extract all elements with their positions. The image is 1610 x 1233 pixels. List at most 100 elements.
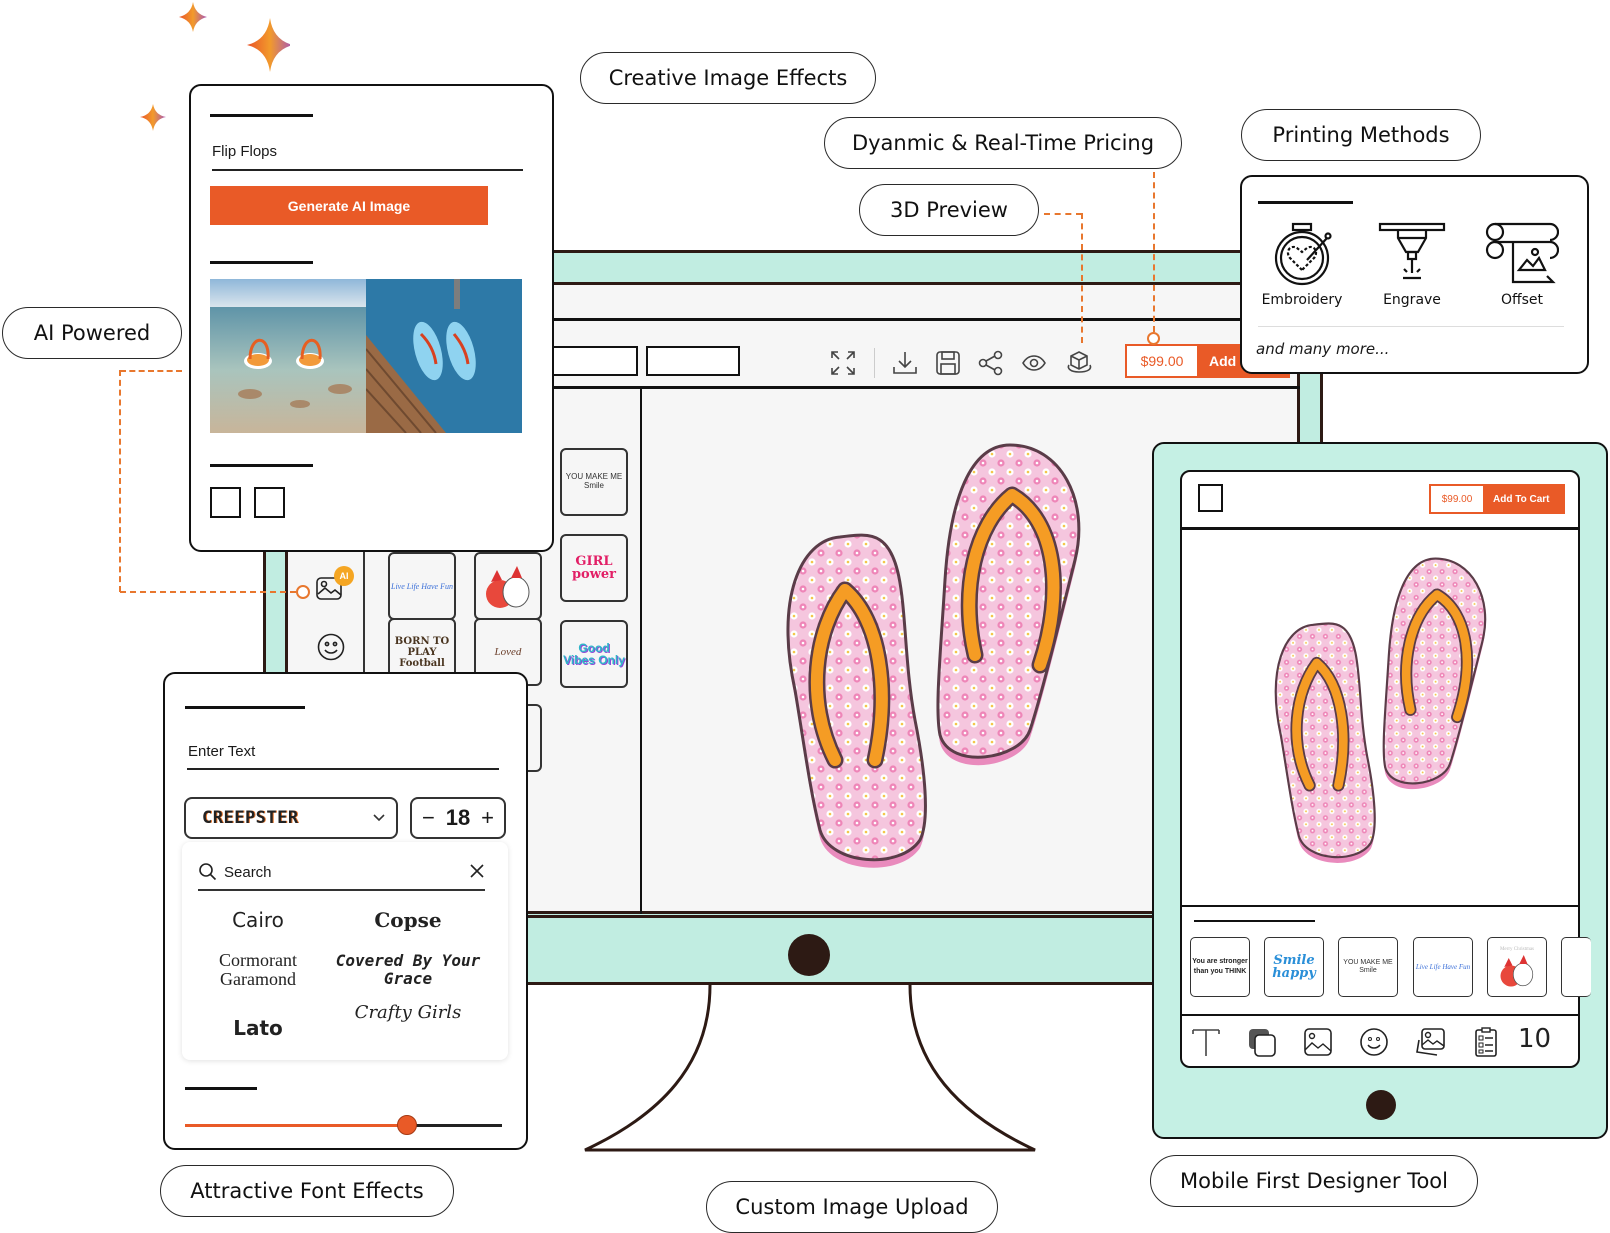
connector-line (120, 370, 182, 372)
ai-generated-image-beach[interactable] (210, 279, 366, 433)
mobile-thumbnail-merry-christmas[interactable]: Merry Christmas (1487, 937, 1547, 997)
preview-eye-icon[interactable] (1019, 348, 1049, 378)
text-input[interactable]: Enter Text (188, 743, 255, 760)
method-offset[interactable]: Offset (1467, 222, 1577, 308)
sparkle-icon (247, 18, 290, 72)
font-option-cormorant-garamond[interactable]: Cormorant Garamond (183, 951, 333, 989)
emoji-icon[interactable] (316, 632, 346, 662)
increase-size-button[interactable]: + (481, 805, 494, 831)
method-engrave[interactable]: Engrave (1357, 222, 1467, 308)
method-embroidery[interactable]: Embroidery (1247, 222, 1357, 308)
sparkle-icon (140, 104, 166, 131)
font-family-select[interactable]: CREEPSTER (184, 797, 398, 839)
font-size-value: 18 (445, 805, 471, 830)
embroidery-hoop-icon (1274, 222, 1332, 286)
price-label: $99.00 (1127, 346, 1197, 376)
divider (640, 388, 642, 914)
section-heading-placeholder (1258, 201, 1353, 204)
mobile-add-to-cart-button[interactable]: Add To Cart (1483, 486, 1549, 512)
section-heading-placeholder (210, 261, 313, 264)
item-count: 10 (1518, 1024, 1552, 1054)
mobile-price-cart-group: $99.00 Add To Cart (1429, 484, 1565, 514)
mobile-thumbnail-partial[interactable] (1561, 937, 1591, 997)
mobile-thumbnail-you-are-stronger[interactable]: You are stronger than you THINK (1190, 937, 1250, 997)
feature-label-font-effects: Attractive Font Effects (160, 1165, 454, 1217)
mobile-thumbnail-you-make-me-smile[interactable]: YOU MAKE ME Smile (1338, 937, 1398, 997)
mobile-menu-box[interactable] (1198, 484, 1223, 512)
section-heading-placeholder (185, 706, 305, 709)
image-icon[interactable] (1302, 1026, 1334, 1058)
font-option-covered-by-your-grace[interactable]: Covered By Your Grace (333, 951, 483, 989)
feature-label-image-upload: Custom Image Upload (706, 1181, 998, 1233)
share-icon[interactable] (976, 348, 1006, 378)
thumbnail-you-make-me-smile[interactable]: YOU MAKE ME Smile (560, 448, 628, 516)
layers-icon[interactable] (1246, 1026, 1278, 1058)
mobile-thumbnail-smile-happy[interactable]: Smile happy (1264, 937, 1324, 997)
section-heading-placeholder (210, 114, 313, 117)
slider-thumb[interactable] (396, 1115, 417, 1135)
feature-label-mobile-first: Mobile First Designer Tool (1150, 1155, 1478, 1207)
option-checkbox[interactable] (254, 487, 285, 518)
slider-fill (185, 1124, 407, 1127)
connector-line (120, 591, 296, 593)
fullscreen-icon[interactable] (828, 348, 858, 378)
ai-image-icon[interactable] (1414, 1026, 1446, 1058)
ai-prompt-input[interactable]: Flip Flops (212, 143, 277, 160)
thumbnail-girl-power[interactable]: GIRL power (560, 534, 628, 602)
generate-ai-image-button[interactable]: Generate AI Image (210, 186, 488, 225)
font-option-cairo[interactable]: Cairo (183, 908, 333, 932)
feature-label-printing-methods: Printing Methods (1241, 109, 1481, 161)
close-icon[interactable] (469, 863, 485, 879)
feature-label-creative-image-effects: Creative Image Effects (580, 52, 876, 104)
sparkle-icon (179, 2, 207, 32)
flip-flops-product-image[interactable] (780, 440, 1110, 880)
mobile-flip-flops-image[interactable] (1270, 555, 1510, 875)
cats-illustration (1500, 954, 1534, 986)
feature-label-3d-preview: 3D Preview (859, 184, 1039, 236)
font-size-stepper[interactable]: − 18 + (410, 797, 506, 839)
offset-print-icon (1485, 222, 1559, 284)
feature-label-dynamic-pricing: Dyanmic & Real-Time Pricing (824, 117, 1182, 169)
clipboard-list-icon[interactable] (1470, 1026, 1502, 1058)
font-option-crafty-girls[interactable]: Crafty Girls (333, 1003, 483, 1023)
connector-line (119, 370, 121, 592)
monitor-camera-dot (788, 934, 830, 976)
sparkle-icons (179, 2, 290, 72)
section-heading-placeholder (210, 464, 313, 467)
right-flip-flop (936, 443, 1081, 766)
feature-label-ai-powered: AI Powered (2, 307, 182, 359)
option-checkbox[interactable] (210, 487, 241, 518)
3d-cube-icon[interactable] (1064, 348, 1094, 378)
section-heading-placeholder (1194, 920, 1315, 922)
more-methods-text: and many more... (1256, 340, 1390, 358)
divider (1181, 905, 1579, 907)
thumbnail-good-vibes-only[interactable]: Good Vibes Only (560, 620, 628, 688)
ai-generated-image-dock[interactable] (366, 279, 522, 433)
font-option-copse[interactable]: Copse (333, 908, 483, 932)
input-underline (187, 768, 499, 770)
thumbnail-live-life-have-fun[interactable]: Live Life Have Fun (388, 552, 456, 620)
font-option-lato[interactable]: Lato (183, 1016, 333, 1040)
left-flip-flop (786, 533, 927, 868)
tablet-home-button[interactable] (1366, 1090, 1396, 1120)
thumbnail-christmas-cats[interactable] (474, 552, 542, 620)
cats-illustration (486, 566, 530, 608)
search-icon (199, 863, 217, 881)
divider (1181, 527, 1579, 530)
emoji-icon[interactable] (1358, 1026, 1390, 1058)
divider (1181, 1014, 1579, 1016)
connector-endpoint (296, 585, 310, 599)
font-search-input[interactable]: Search (224, 864, 272, 881)
placeholder-field[interactable] (646, 346, 740, 376)
decrease-size-button[interactable]: − (422, 805, 435, 831)
text-tool-icon[interactable] (1190, 1026, 1222, 1058)
chevron-down-icon (373, 814, 385, 822)
monitor-stand (584, 985, 1036, 1152)
connector-line (1081, 213, 1083, 343)
mobile-thumbnail-live-life-have-fun[interactable]: Live Life Have Fun (1413, 937, 1473, 997)
toolbar-separator (874, 348, 875, 378)
save-icon[interactable] (933, 348, 963, 378)
download-icon[interactable] (890, 348, 920, 378)
selected-font-label: CREEPSTER (202, 808, 299, 828)
mobile-price-label: $99.00 (1431, 486, 1483, 512)
